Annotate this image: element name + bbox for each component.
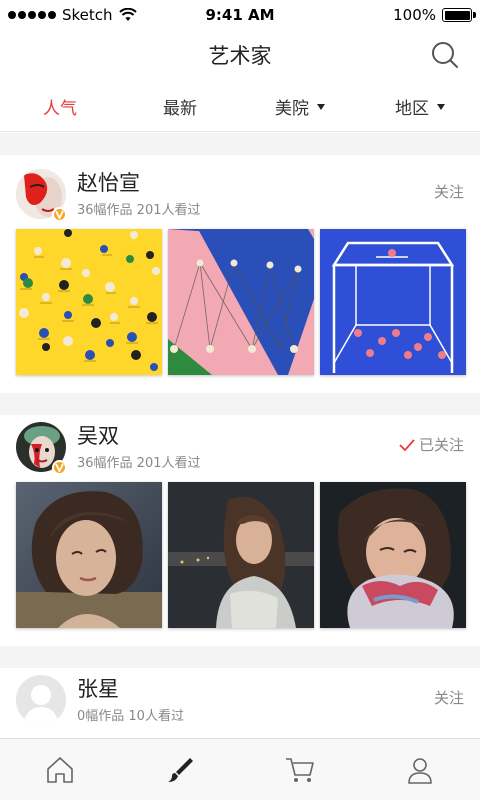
- artist-stats: 36幅作品 201人看过: [77, 203, 201, 218]
- section-divider: [0, 646, 480, 668]
- battery-percent: 100%: [393, 6, 436, 24]
- follow-label: 关注: [433, 183, 464, 201]
- follow-button[interactable]: 关注: [434, 687, 464, 708]
- follow-button[interactable]: 关注: [434, 181, 464, 202]
- section-divider: [0, 133, 480, 155]
- brush-icon: [168, 757, 193, 782]
- tab-home[interactable]: [0, 739, 120, 800]
- artist-name[interactable]: 张星: [77, 673, 119, 703]
- search-icon[interactable]: [430, 40, 460, 70]
- cart-icon: [286, 757, 314, 782]
- tab-latest[interactable]: 最新: [120, 82, 240, 131]
- section-divider: [0, 393, 480, 415]
- artwork-thumbnail[interactable]: [320, 229, 466, 375]
- caret-down-icon: [317, 103, 325, 110]
- artist-card[interactable]: 张星 0幅作品 10人看过 关注: [0, 671, 480, 737]
- follow-label: 已关注: [418, 436, 464, 454]
- tab-region[interactable]: 地区: [360, 82, 480, 131]
- page-title: 艺术家: [208, 44, 272, 68]
- nav-bar: 艺术家: [0, 30, 480, 80]
- profile-icon: [408, 757, 432, 784]
- verified-badge-icon: [52, 207, 67, 222]
- status-bar: Sketch 9:41 AM 100%: [0, 0, 480, 30]
- artwork-thumbnail[interactable]: [320, 482, 466, 628]
- artwork-thumbnail[interactable]: [168, 229, 314, 375]
- tab-profile[interactable]: [360, 739, 480, 800]
- artwork-thumbnail[interactable]: [16, 229, 162, 375]
- filter-tabs: 人气 最新 美院 地区: [0, 82, 480, 132]
- check-icon: [399, 438, 415, 451]
- avatar[interactable]: [16, 675, 66, 725]
- artwork-thumbnail[interactable]: [168, 482, 314, 628]
- home-icon: [47, 756, 73, 783]
- tab-cart[interactable]: [240, 739, 360, 800]
- artist-name[interactable]: 吴双: [77, 420, 119, 450]
- caret-down-icon: [437, 103, 445, 110]
- tab-label: 人气: [43, 99, 77, 119]
- artist-stats: 0幅作品 10人看过: [77, 709, 184, 724]
- tab-label: 美院: [275, 99, 309, 119]
- tab-popular[interactable]: 人气: [0, 82, 120, 131]
- tab-label: 最新: [163, 99, 197, 119]
- follow-label: 关注: [433, 689, 464, 707]
- battery-icon: [442, 8, 476, 22]
- artist-card[interactable]: 赵怡宣 36幅作品 201人看过 关注: [0, 165, 480, 393]
- tab-academy[interactable]: 美院: [240, 82, 360, 131]
- artist-name[interactable]: 赵怡宣: [77, 167, 140, 197]
- artist-card[interactable]: 吴双 36幅作品 201人看过 已关注: [0, 418, 480, 646]
- tab-artists[interactable]: [120, 739, 240, 800]
- artist-stats: 36幅作品 201人看过: [77, 456, 201, 471]
- verified-badge-icon: [52, 460, 67, 475]
- bottom-tab-bar: [0, 738, 480, 800]
- tab-label: 地区: [395, 99, 429, 119]
- artwork-thumbnail[interactable]: [16, 482, 162, 628]
- followed-button[interactable]: 已关注: [399, 434, 464, 455]
